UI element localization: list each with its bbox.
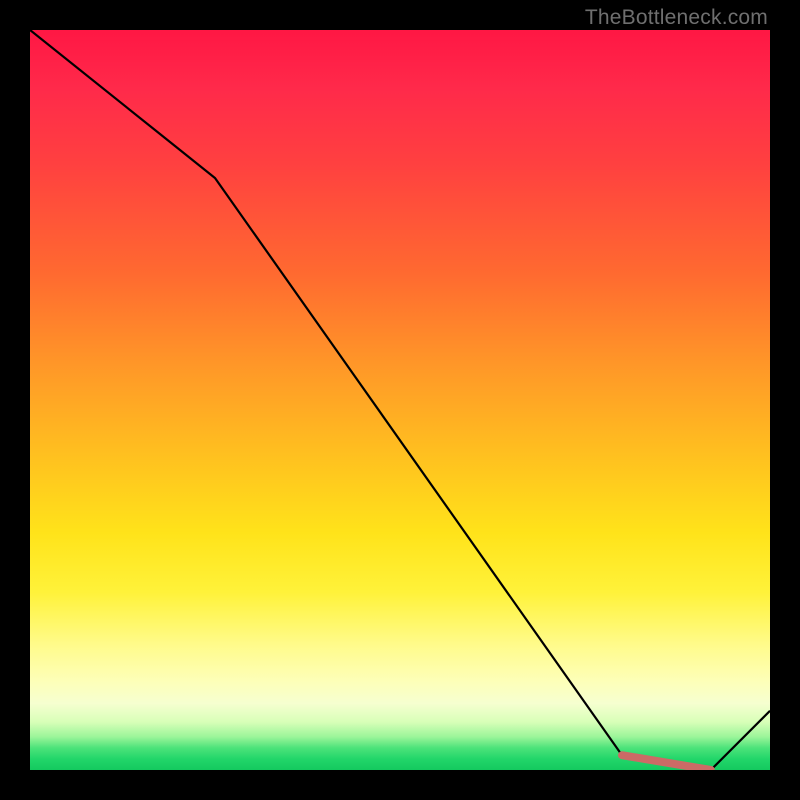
plot-area xyxy=(30,30,770,770)
watermark-text: TheBottleneck.com xyxy=(585,6,768,30)
optimal-zone-marker xyxy=(622,755,711,770)
chart-svg xyxy=(30,30,770,770)
chart-frame: TheBottleneck.com xyxy=(0,0,800,800)
curve-line xyxy=(30,30,770,770)
